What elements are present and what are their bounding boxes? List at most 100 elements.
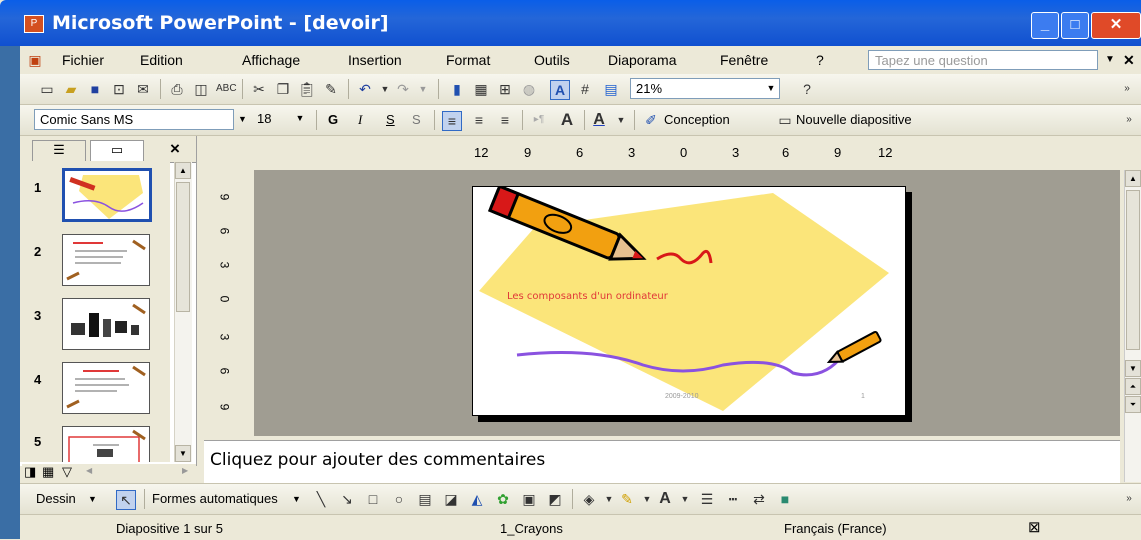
oval-icon[interactable]: ○ [390, 490, 408, 508]
question-input[interactable]: Tapez une question [868, 50, 1098, 70]
shadow-button[interactable]: S [412, 112, 421, 127]
fill-color-icon[interactable]: ◈ [580, 490, 598, 508]
wordart-icon[interactable]: ◪ [442, 490, 460, 508]
open-icon[interactable]: ▰ [62, 80, 80, 98]
clipart-icon[interactable]: ✿ [494, 490, 512, 508]
close-button[interactable]: ✕ [1091, 12, 1141, 39]
toolbar-options-icon[interactable]: » [1118, 80, 1136, 98]
scroll-right-icon[interactable]: ▶ [182, 466, 188, 475]
zoom-dropdown-icon[interactable]: ▼ [763, 79, 779, 98]
dash-style-icon[interactable]: ┅ [724, 490, 742, 508]
font-dropdown-icon[interactable]: ▼ [238, 114, 247, 124]
spelling-status-icon[interactable]: ⊠ [1028, 518, 1041, 536]
tab-slides[interactable]: ▭ [90, 140, 144, 161]
expand-icon[interactable]: A [550, 80, 570, 100]
font-size-dropdown-icon[interactable]: ▼ [292, 109, 308, 128]
hyperlink-icon[interactable]: ◍ [520, 80, 538, 98]
scroll-thumb[interactable] [1126, 190, 1140, 350]
underline-button[interactable]: S [386, 112, 395, 127]
spelling-icon[interactable]: ABC [216, 80, 237, 98]
print-icon[interactable]: ⎙ [168, 80, 186, 98]
notes-pane[interactable]: Cliquez pour ajouter des commentaires [204, 440, 1120, 483]
grid-icon[interactable]: # [576, 80, 594, 98]
normal-view-icon[interactable]: ◨ [24, 464, 36, 480]
thumbnails-scrollbar[interactable]: ▲ ▼ [174, 162, 192, 462]
maximize-button[interactable]: □ [1061, 12, 1089, 39]
slide-scrollbar[interactable]: ▲ ▼ ⏶ ⏷ [1124, 170, 1141, 482]
print-preview-icon[interactable]: ◫ [192, 80, 210, 98]
text-direction-icon[interactable]: ▸¶ [530, 111, 548, 129]
select-pointer-icon[interactable]: ↖ [116, 490, 136, 510]
menu-format[interactable]: Format [446, 52, 490, 68]
menu-fenetre[interactable]: Fenêtre [720, 52, 768, 68]
minimize-button[interactable]: _ [1031, 12, 1059, 39]
drawing-font-color-icon[interactable]: A [656, 490, 674, 508]
permission-icon[interactable]: ⊡ [110, 80, 128, 98]
scroll-down-icon[interactable]: ▼ [1125, 360, 1141, 377]
line-color-icon[interactable]: ✎ [618, 490, 636, 508]
menu-insertion[interactable]: Insertion [348, 52, 402, 68]
autoshapes-button[interactable]: Formes automatiques [152, 491, 278, 506]
arrow-style-icon[interactable]: ⇄ [750, 490, 768, 508]
slide-thumbnail-5[interactable] [62, 426, 150, 462]
chart-icon[interactable]: ▮ [448, 80, 466, 98]
paste-icon[interactable]: 📋︎ [298, 80, 316, 98]
next-slide-icon[interactable]: ⏷ [1125, 396, 1141, 413]
align-center-icon[interactable]: ≡ [470, 111, 488, 129]
design-button[interactable]: Conception [664, 112, 730, 127]
scroll-down-icon[interactable]: ▼ [175, 445, 191, 462]
powerpoint-app-icon[interactable]: P [24, 15, 44, 33]
slide-thumbnail-3[interactable] [62, 298, 150, 350]
insert-image-icon[interactable]: ◩ [546, 490, 564, 508]
slide-title-text[interactable]: Les composants d'un ordinateur [507, 291, 668, 302]
tables-borders-icon[interactable]: ⊞ [496, 80, 514, 98]
design-icon[interactable]: ✐ [642, 111, 660, 129]
table-icon[interactable]: ▦ [472, 80, 490, 98]
question-dropdown-icon[interactable]: ▼ [1105, 54, 1115, 65]
toolbar-options-icon-2[interactable]: » [1120, 111, 1138, 129]
scroll-thumb[interactable] [176, 182, 190, 312]
save-icon[interactable]: ■ [86, 80, 104, 98]
draw-menu-button[interactable]: Dessin [36, 491, 76, 506]
autoshapes-dropdown-icon[interactable]: ▼ [292, 494, 301, 504]
previous-slide-icon[interactable]: ⏶ [1125, 378, 1141, 395]
menu-help[interactable]: ? [816, 52, 824, 68]
menu-affichage[interactable]: Affichage [242, 52, 300, 68]
tab-outline[interactable]: ☰ [32, 140, 86, 161]
picture-icon[interactable]: ▣ [520, 490, 538, 508]
zoom-combo[interactable]: 21% ▼ [630, 78, 780, 99]
font-combo[interactable]: Comic Sans MS [34, 109, 234, 130]
increase-font-size-icon[interactable]: A [558, 111, 576, 129]
menu-fichier[interactable]: Fichier [62, 52, 104, 68]
slideshow-icon[interactable]: ▽ [62, 464, 72, 480]
document-icon[interactable]: ▣ [26, 51, 44, 69]
font-color-icon[interactable]: A [590, 111, 608, 129]
arrow-icon[interactable]: ↘ [338, 490, 356, 508]
scroll-left-icon[interactable]: ◀ [86, 466, 92, 475]
new-slide-button[interactable]: Nouvelle diapositive [796, 112, 912, 127]
close-document-icon[interactable]: ✕ [1123, 52, 1135, 69]
italic-button[interactable]: I [358, 112, 362, 128]
pane-close-icon[interactable]: × [170, 139, 180, 159]
line-color-dropdown-icon[interactable]: ▼ [638, 490, 656, 508]
slide-thumbnail-2[interactable] [62, 234, 150, 286]
bold-button[interactable]: G [328, 112, 338, 127]
drawing-font-color-dropdown-icon[interactable]: ▼ [676, 490, 694, 508]
scroll-up-icon[interactable]: ▲ [175, 162, 191, 179]
new-slide-icon[interactable]: ▭ [776, 111, 794, 129]
font-size-combo[interactable]: 18 ▼ [252, 109, 308, 130]
menu-edition[interactable]: Edition [140, 52, 183, 68]
help-icon[interactable]: ? [798, 80, 816, 98]
email-icon[interactable]: ✉ [134, 80, 152, 98]
scroll-up-icon[interactable]: ▲ [1125, 170, 1141, 187]
menu-diaporama[interactable]: Diaporama [608, 52, 676, 68]
line-style-icon[interactable]: ☰ [698, 490, 716, 508]
format-painter-icon[interactable]: ✎ [322, 80, 340, 98]
fill-color-dropdown-icon[interactable]: ▼ [600, 490, 618, 508]
slide-canvas[interactable]: Les composants d'un ordinateur 2009-2010… [472, 186, 906, 416]
shadow-style-icon[interactable]: ■ [776, 490, 794, 508]
cut-icon[interactable]: ✂ [250, 80, 268, 98]
align-left-icon[interactable]: ≡ [442, 111, 462, 131]
rectangle-icon[interactable]: □ [364, 490, 382, 508]
redo-dropdown-icon[interactable]: ▼ [414, 80, 432, 98]
